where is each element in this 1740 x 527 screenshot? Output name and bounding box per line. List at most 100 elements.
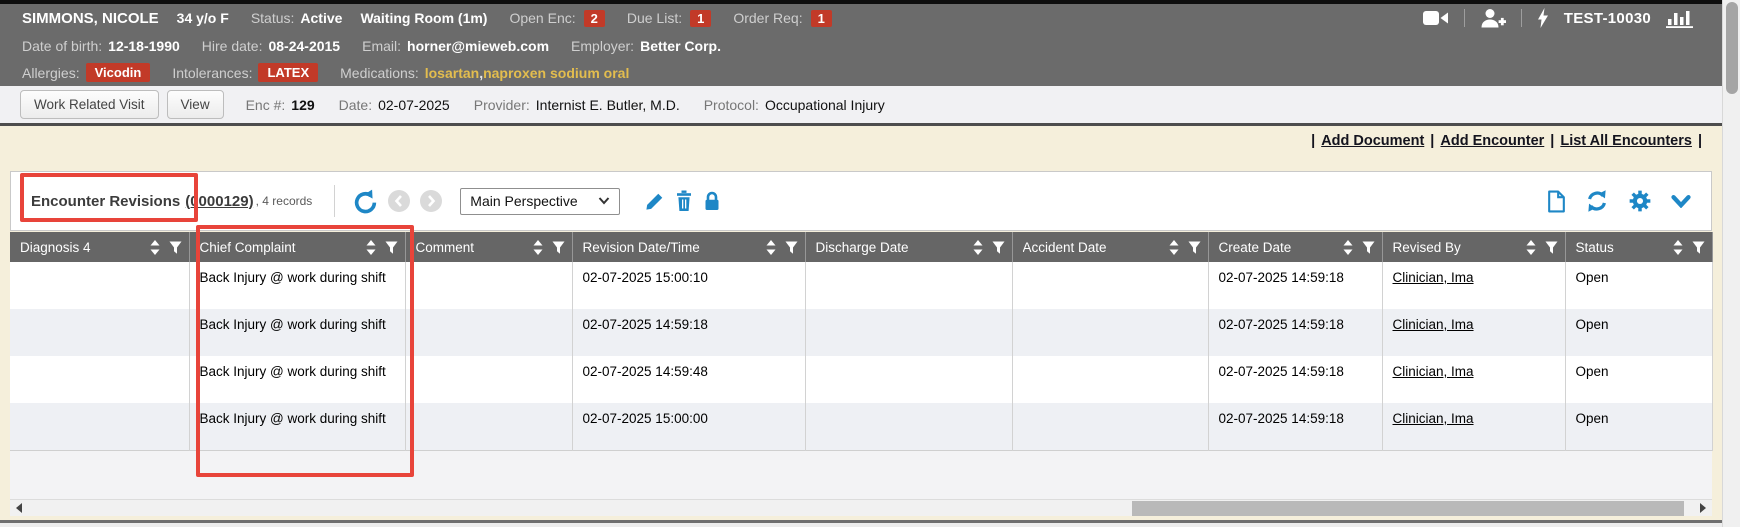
table-row: Back Injury @ work during shift 02-07-20…	[10, 403, 1712, 450]
revised-by-link[interactable]: Clinician, Ima	[1393, 364, 1474, 379]
filter-icon[interactable]	[1362, 241, 1375, 254]
table-cell	[10, 356, 189, 403]
order-req-badge[interactable]: 1	[811, 10, 832, 27]
table-cell: 02-07-2025 15:00:00	[572, 403, 805, 450]
undo-icon[interactable]	[353, 189, 378, 214]
patient-header: SIMMONS, NICOLE 34 y/o F Status: Active …	[0, 4, 1722, 86]
column-header-discharge-date[interactable]: Discharge Date	[805, 232, 1012, 262]
lock-icon[interactable]	[703, 190, 721, 212]
table-row: Back Injury @ work during shift 02-07-20…	[10, 309, 1712, 356]
table-cell	[405, 309, 572, 356]
encounter-bar: Work Related Visit View Enc #: 129 Date:…	[0, 86, 1722, 126]
add-person-icon[interactable]	[1480, 8, 1506, 28]
sort-icon[interactable]	[1169, 240, 1179, 255]
status-value: Active	[300, 10, 342, 26]
column-header-revision-datetime[interactable]: Revision Date/Time	[572, 232, 805, 262]
filter-icon[interactable]	[992, 241, 1005, 254]
column-header-chief-complaint[interactable]: Chief Complaint	[189, 232, 405, 262]
collapse-chevron-icon[interactable]	[1671, 195, 1691, 208]
chart-stats-icon[interactable]	[1666, 8, 1696, 28]
filter-icon[interactable]	[1545, 241, 1558, 254]
column-label: Chief Complaint	[200, 240, 362, 255]
sort-icon[interactable]	[766, 240, 776, 255]
table-row: Back Injury @ work during shift 02-07-20…	[10, 262, 1712, 309]
scroll-right-icon[interactable]	[1698, 503, 1708, 513]
column-header-accident-date[interactable]: Accident Date	[1012, 232, 1208, 262]
scroll-left-icon[interactable]	[14, 503, 24, 513]
table-cell: Open	[1565, 262, 1712, 309]
table-cell: 02-07-2025 15:00:10	[572, 262, 805, 309]
sort-icon[interactable]	[533, 240, 543, 255]
sort-icon[interactable]	[1343, 240, 1353, 255]
column-header-status[interactable]: Status	[1565, 232, 1712, 262]
due-list-badge[interactable]: 1	[690, 10, 711, 27]
hire-date-value: 08-24-2015	[268, 38, 340, 54]
table-cell	[805, 403, 1012, 450]
medication-losartan[interactable]: losartan	[425, 65, 479, 81]
view-button[interactable]: View	[167, 90, 224, 119]
lightning-icon[interactable]	[1537, 8, 1549, 28]
table-cell	[10, 309, 189, 356]
filter-icon[interactable]	[1692, 241, 1705, 254]
table-cell	[405, 356, 572, 403]
perspective-select[interactable]: Main Perspective	[460, 188, 620, 215]
vertical-scrollbar[interactable]	[1722, 0, 1740, 527]
filter-icon[interactable]	[785, 241, 798, 254]
list-all-encounters-link[interactable]: List All Encounters	[1560, 133, 1692, 149]
pipe-separator: |	[1698, 133, 1702, 149]
intolerance-badge[interactable]: LATEX	[258, 63, 318, 82]
column-header-create-date[interactable]: Create Date	[1208, 232, 1382, 262]
delete-trash-icon[interactable]	[675, 190, 693, 212]
table-cell: Clinician, Ima	[1382, 356, 1565, 403]
column-label: Status	[1576, 240, 1669, 255]
waiting-room-value[interactable]: Waiting Room (1m)	[360, 10, 487, 26]
patient-summary-row: SIMMONS, NICOLE 34 y/o F Status: Active …	[0, 4, 1722, 32]
table-cell: 02-07-2025 14:59:48	[572, 356, 805, 403]
open-enc-label: Open Enc:	[509, 10, 575, 26]
column-header-revised-by[interactable]: Revised By	[1382, 232, 1565, 262]
nav-back-icon[interactable]	[388, 190, 410, 212]
revised-by-link[interactable]: Clinician, Ima	[1393, 411, 1474, 426]
allergy-badge[interactable]: Vicodin	[86, 63, 151, 82]
table-cell: Open	[1565, 356, 1712, 403]
open-enc-badge[interactable]: 2	[584, 10, 605, 27]
filter-icon[interactable]	[552, 241, 565, 254]
refresh-icon[interactable]	[1585, 189, 1609, 213]
add-encounter-link[interactable]: Add Encounter	[1440, 133, 1544, 149]
status-label: Status:	[251, 10, 295, 26]
filter-icon[interactable]	[385, 241, 398, 254]
video-call-icon[interactable]	[1423, 10, 1449, 26]
work-related-visit-button[interactable]: Work Related Visit	[20, 90, 159, 119]
table-cell: Back Injury @ work during shift	[189, 262, 405, 309]
column-header-comment[interactable]: Comment	[405, 232, 572, 262]
table-cell: 02-07-2025 14:59:18	[1208, 309, 1382, 356]
column-header-diagnosis4[interactable]: Diagnosis 4	[10, 232, 189, 262]
sort-icon[interactable]	[150, 240, 160, 255]
filter-icon[interactable]	[169, 241, 182, 254]
edit-pencil-icon[interactable]	[644, 191, 665, 212]
hire-date-label: Hire date:	[202, 38, 263, 54]
employer-label: Employer:	[571, 38, 634, 54]
grid-chart-id-link[interactable]: (0000129)	[185, 193, 253, 210]
revised-by-link[interactable]: Clinician, Ima	[1393, 270, 1474, 285]
table-cell	[805, 309, 1012, 356]
filter-icon[interactable]	[1188, 241, 1201, 254]
nav-forward-icon[interactable]	[420, 190, 442, 212]
perspective-selected-value: Main Perspective	[470, 193, 577, 209]
divider	[1464, 9, 1465, 27]
horizontal-scrollbar[interactable]	[10, 499, 1712, 516]
gear-icon[interactable]	[1628, 189, 1652, 213]
revised-by-link[interactable]: Clinician, Ima	[1393, 317, 1474, 332]
vertical-scrollbar-thumb[interactable]	[1726, 2, 1738, 94]
action-links: |Add Document|Add Encounter|List All Enc…	[1305, 133, 1708, 149]
sort-icon[interactable]	[1673, 240, 1683, 255]
patient-name: SIMMONS, NICOLE	[22, 10, 159, 27]
new-document-icon[interactable]	[1547, 190, 1566, 213]
protocol-label: Protocol:	[704, 97, 759, 113]
sort-icon[interactable]	[1526, 240, 1536, 255]
medication-naproxen[interactable]: naproxen sodium oral	[483, 65, 629, 81]
sort-icon[interactable]	[366, 240, 376, 255]
add-document-link[interactable]: Add Document	[1321, 133, 1424, 149]
horizontal-scrollbar-thumb[interactable]	[1132, 501, 1684, 516]
sort-icon[interactable]	[973, 240, 983, 255]
